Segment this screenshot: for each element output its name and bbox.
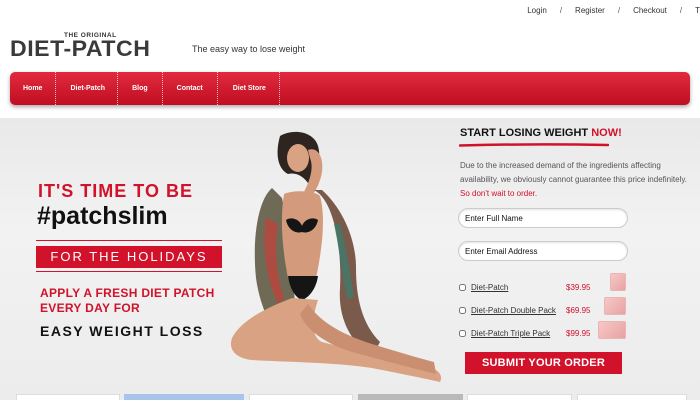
- separator: /: [679, 6, 683, 15]
- product-checkbox-double[interactable]: [459, 306, 466, 314]
- content-card[interactable]: [358, 394, 463, 400]
- submit-order-button[interactable]: SUBMIT YOUR ORDER: [465, 352, 622, 374]
- hero-subheadline: APPLY A FRESH DIET PATCH EVERY DAY FOR: [40, 286, 215, 315]
- hero-hashtag: #patchslim: [37, 202, 168, 230]
- title-underline: [459, 143, 609, 147]
- nav-item-home[interactable]: Home: [10, 72, 57, 105]
- product-checkbox-triple[interactable]: [459, 329, 466, 337]
- product-name-link[interactable]: Diet-Patch: [471, 283, 567, 292]
- product-name-link[interactable]: Diet-Patch Triple Pack: [471, 329, 567, 338]
- product-price: $69.95: [566, 305, 591, 315]
- order-panel-title: START LOSING WEIGHT NOW!: [460, 127, 622, 139]
- content-card[interactable]: [577, 394, 687, 400]
- nav-item-contact[interactable]: Contact: [163, 72, 218, 105]
- product-price: $39.95: [566, 282, 591, 292]
- product-price: $99.95: [566, 328, 591, 338]
- product-option: Diet-Patch $39.95: [459, 280, 629, 294]
- product-name-link[interactable]: Diet-Patch Double Pack: [471, 306, 567, 315]
- nav-item-diet-patch[interactable]: Diet-Patch: [56, 72, 119, 105]
- content-card[interactable]: [16, 394, 120, 400]
- main-navigation: Home Diet-Patch Blog Contact Diet Store: [10, 72, 690, 105]
- order-title-main: START LOSING WEIGHT: [460, 127, 592, 139]
- content-card[interactable]: [467, 394, 572, 400]
- hero-headline: IT'S TIME TO BE: [38, 181, 193, 201]
- site-tagline: The easy way to lose weight: [192, 44, 306, 54]
- product-image-single: [610, 273, 626, 291]
- checkout-link[interactable]: Checkout: [633, 6, 667, 15]
- page: Login / Register / Checkout / T THE ORIG…: [0, 0, 700, 400]
- product-image-triple: [598, 321, 626, 339]
- separator: /: [617, 6, 621, 15]
- product-image-double: [604, 297, 626, 315]
- nav-item-diet-store[interactable]: Diet Store: [218, 72, 280, 105]
- divider: [36, 271, 222, 272]
- site-logo[interactable]: THE ORIGINAL DIET-PATCH: [10, 32, 185, 65]
- separator: /: [559, 6, 563, 15]
- notice-urgency: So don't wait to order.: [460, 189, 538, 198]
- truncated-link[interactable]: T: [695, 6, 700, 15]
- login-link[interactable]: Login: [527, 6, 547, 15]
- notice-text: Due to the increased demand of the ingre…: [460, 161, 687, 184]
- order-title-accent: NOW!: [591, 127, 622, 139]
- register-link[interactable]: Register: [575, 6, 605, 15]
- top-links: Login / Register / Checkout / T: [527, 6, 700, 15]
- holiday-band: FOR THE HOLIDAYS: [36, 246, 222, 268]
- email-input[interactable]: [458, 241, 628, 261]
- product-checkbox-single[interactable]: [459, 283, 466, 291]
- divider: [36, 240, 222, 241]
- nav-item-blog[interactable]: Blog: [118, 72, 163, 105]
- price-notice: Due to the increased demand of the ingre…: [460, 159, 690, 201]
- hero-tagline: EASY WEIGHT LOSS: [40, 323, 204, 339]
- logo-wordmark: DIET-PATCH: [10, 36, 151, 61]
- full-name-input[interactable]: [458, 208, 628, 228]
- model-photo: [230, 131, 442, 382]
- content-card[interactable]: [249, 394, 353, 400]
- content-card[interactable]: [124, 394, 244, 400]
